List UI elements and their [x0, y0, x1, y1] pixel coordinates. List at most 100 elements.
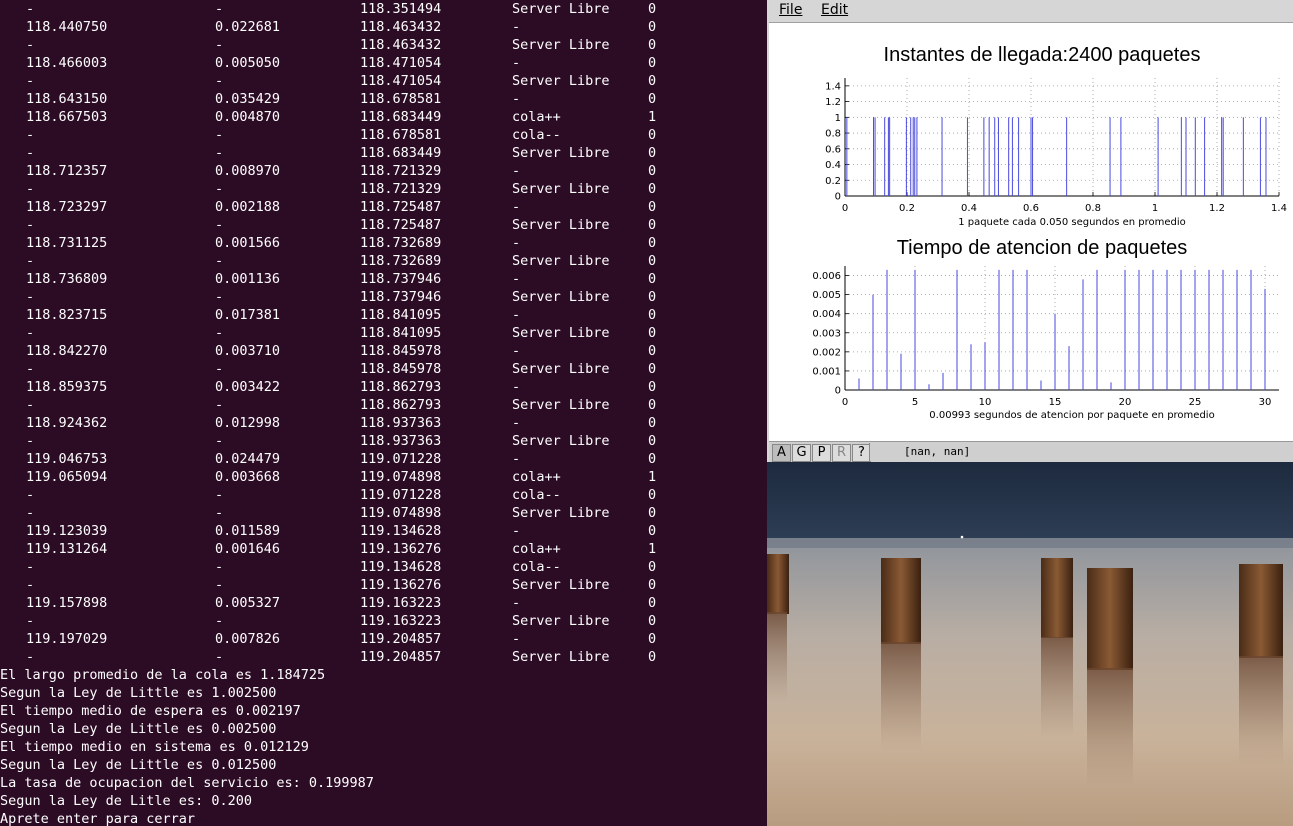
terminal-cell: 118.723297	[26, 199, 108, 215]
terminal-cell: 0.003710	[215, 343, 281, 359]
menu-edit-label: Edit	[821, 2, 849, 18]
terminal-cell: 119.163223	[360, 613, 442, 629]
terminal-cell: 0	[648, 55, 657, 71]
desktop-wallpaper	[767, 462, 1293, 826]
terminal-cell: -	[215, 37, 224, 53]
terminal-cell: 118.862793	[360, 379, 442, 395]
y-tick-label: 1.2	[825, 97, 841, 108]
terminal-window[interactable]: - - 118.351494 Server Libre 0 118.440750 0.022…	[0, 0, 767, 826]
terminal-cell: 118.351494	[360, 1, 442, 17]
terminal-summary-line: Segun la Ley de Litle es: 0.200	[0, 793, 252, 809]
terminal-cell: 119.123039	[26, 523, 108, 539]
terminal-cell: 0	[648, 271, 657, 287]
x-tick-label: 5	[912, 397, 918, 408]
terminal-cell: 0	[648, 217, 657, 233]
terminal-cell: 0	[648, 253, 657, 269]
terminal-cell: -	[26, 289, 35, 305]
terminal-cell: -	[512, 631, 521, 647]
terminal-cell: 0	[648, 19, 657, 35]
terminal-cell: 119.134628	[360, 523, 442, 539]
grid-button[interactable]: G	[792, 444, 811, 462]
terminal-cell: 118.440750	[26, 19, 108, 35]
terminal-summary-line: Segun la Ley de Little es 0.012500	[0, 757, 277, 773]
chart-title: Tiempo de atencion de paquetes	[897, 237, 1188, 259]
terminal-cell: 1	[648, 541, 657, 557]
autoscale-button[interactable]: A	[772, 444, 791, 462]
terminal-cell: -	[26, 613, 35, 629]
terminal-cell: -	[512, 343, 521, 359]
terminal-cell: -	[215, 613, 224, 629]
terminal-cell: 0	[648, 1, 657, 17]
y-tick-label: 0.005	[812, 290, 841, 301]
y-tick-label: 0	[835, 386, 841, 397]
x-tick-label: 15	[1049, 397, 1062, 408]
terminal-cell: -	[512, 91, 521, 107]
terminal-cell: -	[215, 397, 224, 413]
terminal-cell: 118.924362	[26, 415, 108, 431]
terminal-cell: -	[512, 199, 521, 215]
terminal-cell: 118.841095	[360, 307, 442, 323]
terminal-cell: -	[26, 397, 35, 413]
x-tick-label: 0	[842, 203, 848, 214]
terminal-cell: cola++	[512, 109, 561, 125]
terminal-cell: 0	[648, 577, 657, 593]
terminal-cell: 118.862793	[360, 397, 442, 413]
terminal-cell: Server Libre	[512, 145, 610, 161]
terminal-cell: 0	[648, 397, 657, 413]
terminal-cell: Server Libre	[512, 361, 610, 377]
terminal-cell: 119.134628	[360, 559, 442, 575]
terminal-cell: 0	[648, 487, 657, 503]
terminal-summary-line: El tiempo medio de espera es 0.002197	[0, 703, 301, 719]
terminal-cell: 0	[648, 37, 657, 53]
terminal-cell: 0.001136	[215, 271, 281, 287]
terminal-cell: 118.725487	[360, 199, 442, 215]
terminal-cell: -	[215, 325, 224, 341]
terminal-cell: 0	[648, 559, 657, 575]
terminal-cell: Server Libre	[512, 325, 610, 341]
terminal-cell: -	[215, 127, 224, 143]
terminal-cell: 118.736809	[26, 271, 108, 287]
terminal-cell: 0.007826	[215, 631, 281, 647]
terminal-cell: 0	[648, 145, 657, 161]
x-tick-label: 30	[1259, 397, 1272, 408]
rotate-button[interactable]: R	[832, 444, 851, 462]
terminal-cell: 0.004870	[215, 109, 281, 125]
print-button[interactable]: P	[812, 444, 831, 462]
terminal-summary-line: El largo promedio de la cola es 1.184725	[0, 667, 326, 683]
terminal-cell: 0.022681	[215, 19, 281, 35]
terminal-cell: -	[512, 235, 521, 251]
terminal-cell: -	[215, 649, 224, 665]
x-axis-label: 1 paquete cada 0.050 segundos en promedi…	[958, 217, 1186, 228]
terminal-cell: Server Libre	[512, 73, 610, 89]
terminal-cell: 0	[648, 649, 657, 665]
terminal-cell: -	[215, 217, 224, 233]
terminal-cell: cola--	[512, 487, 561, 503]
terminal-cell: 118.732689	[360, 235, 442, 251]
terminal-cell: -	[512, 451, 521, 467]
terminal-cell: -	[512, 379, 521, 395]
menu-file[interactable]: File	[779, 2, 802, 18]
terminal-cell: 0	[648, 91, 657, 107]
terminal-cell: 119.071228	[360, 487, 442, 503]
terminal-cell: 118.859375	[26, 379, 108, 395]
terminal-cell: 119.074898	[360, 505, 442, 521]
menu-edit[interactable]: Edit	[821, 2, 848, 18]
terminal-cell: 0.003422	[215, 379, 281, 395]
terminal-cell: 0.003668	[215, 469, 281, 485]
plot-area	[845, 266, 1279, 390]
terminal-cell: Server Libre	[512, 253, 610, 269]
x-tick-label: 25	[1189, 397, 1202, 408]
terminal-cell: 118.737946	[360, 271, 442, 287]
y-tick-label: 0.003	[812, 328, 841, 339]
terminal-cell: 119.131264	[26, 541, 108, 557]
x-tick-label: 0.2	[899, 203, 915, 214]
terminal-cell: 1	[648, 109, 657, 125]
terminal-cell: 0	[648, 163, 657, 179]
terminal-cell: 0	[648, 307, 657, 323]
terminal-cell: 118.721329	[360, 181, 442, 197]
terminal-cell: 118.712357	[26, 163, 108, 179]
terminal-cell: 0.005050	[215, 55, 281, 71]
terminal-cell: -	[26, 217, 35, 233]
terminal-cell: 0.001646	[215, 541, 281, 557]
terminal-cell: 118.937363	[360, 415, 442, 431]
